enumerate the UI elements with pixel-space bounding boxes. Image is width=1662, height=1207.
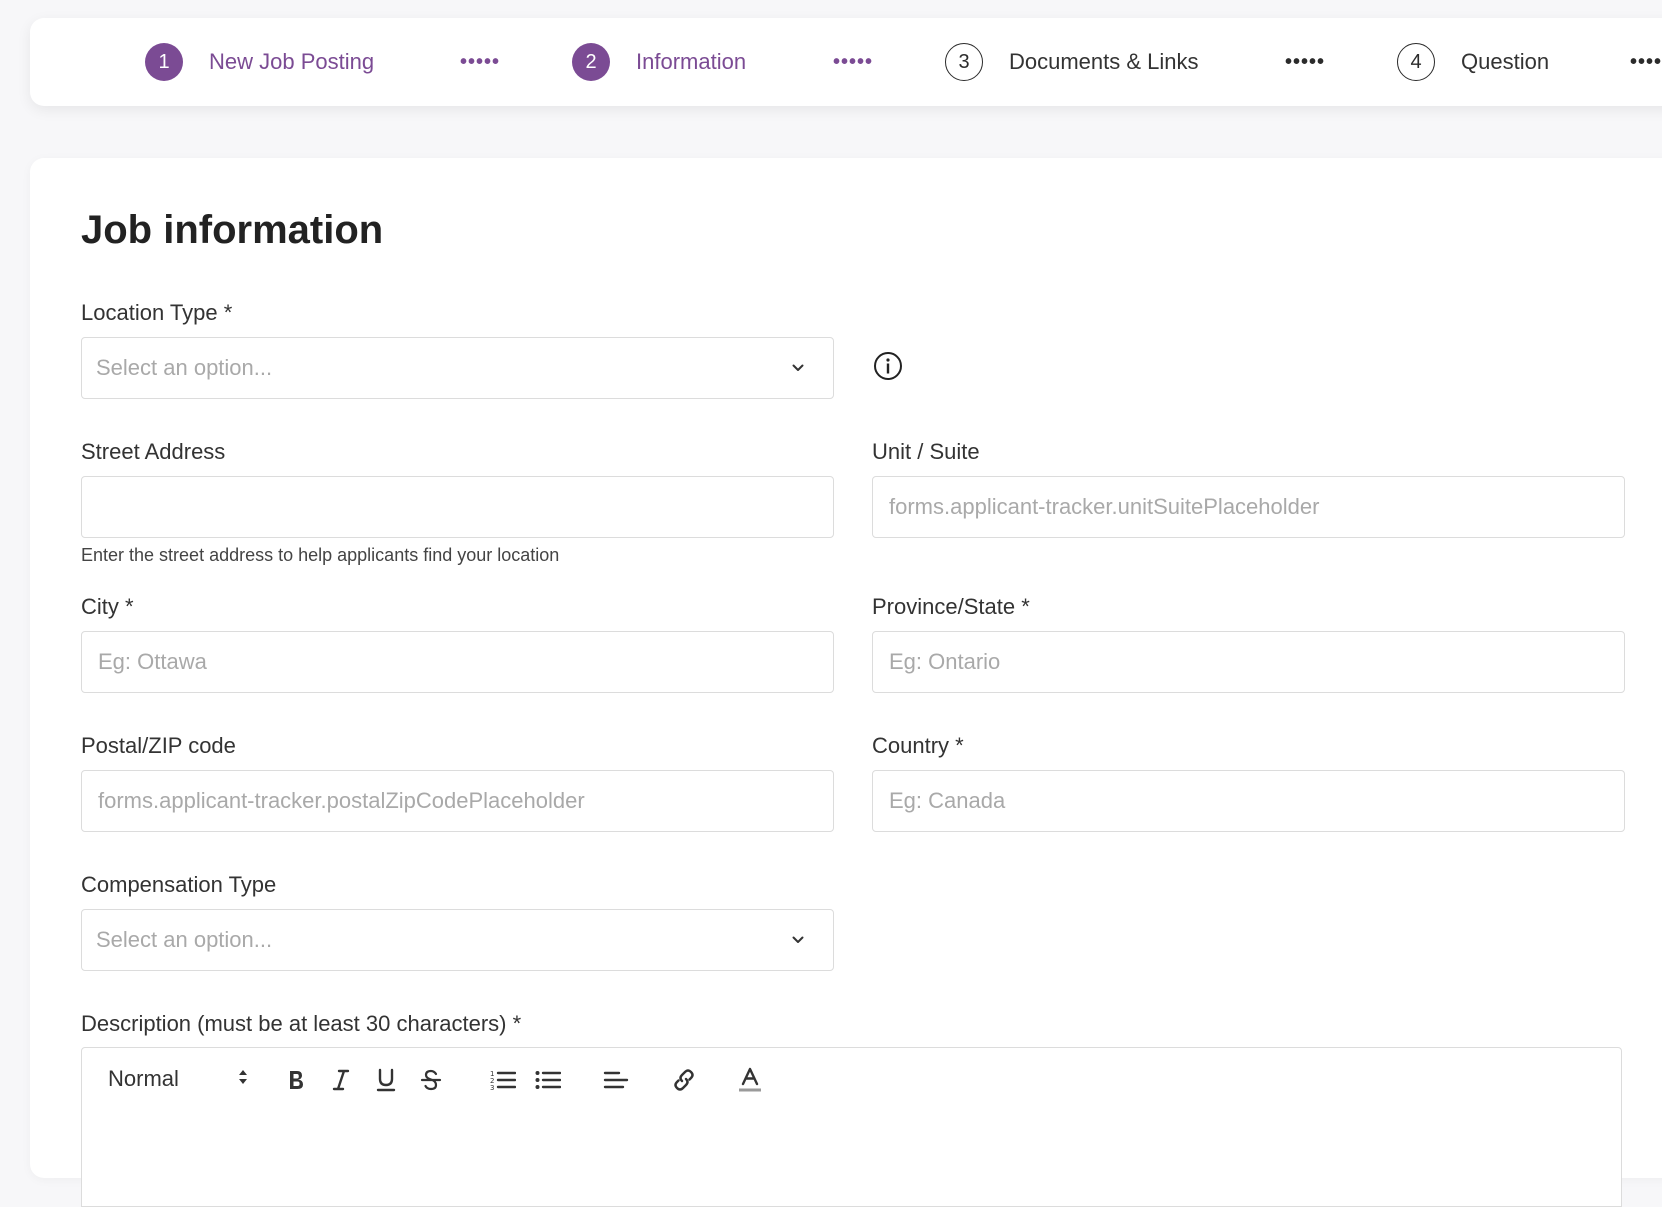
- text-format-value: Normal: [108, 1066, 179, 1091]
- unit-suite-label: Unit / Suite: [872, 439, 980, 464]
- postal-zip-field: [81, 770, 834, 832]
- page-title: Job information: [81, 208, 384, 252]
- step-number: 4: [1397, 43, 1435, 81]
- progress-stepper: 1 New Job Posting ••••• 2 Information ••…: [30, 18, 1662, 106]
- strikethrough-icon[interactable]: [416, 1065, 446, 1095]
- step-separator: •••••: [833, 50, 874, 73]
- country-field: [872, 770, 1625, 832]
- unit-suite-field: [872, 476, 1625, 538]
- province-state-input[interactable]: [887, 648, 1610, 676]
- street-address-input[interactable]: [96, 493, 819, 521]
- bullet-list-icon[interactable]: [533, 1065, 563, 1095]
- location-type-select[interactable]: Select an option...: [81, 337, 834, 399]
- text-color-icon[interactable]: [735, 1065, 765, 1095]
- step-label: Question: [1461, 49, 1550, 74]
- step-separator: •••••: [460, 50, 501, 73]
- underline-icon[interactable]: [371, 1065, 401, 1095]
- country-label: Country *: [872, 733, 964, 758]
- postal-zip-input[interactable]: [96, 787, 819, 815]
- step-label: New Job Posting: [209, 49, 375, 74]
- location-type-value: Select an option...: [96, 355, 273, 380]
- compensation-type-select[interactable]: Select an option...: [81, 909, 834, 971]
- step-number: 3: [945, 43, 983, 81]
- step-documents-links[interactable]: 3 Documents & Links: [945, 18, 1199, 106]
- step-number: 2: [572, 43, 610, 81]
- job-information-card: Job information Location Type * Select a…: [30, 158, 1662, 1207]
- sort-arrows-icon: [238, 1068, 248, 1091]
- step-label: Documents & Links: [1009, 49, 1199, 74]
- chevron-down-icon: [791, 361, 805, 375]
- align-left-icon[interactable]: [601, 1065, 631, 1095]
- bold-icon[interactable]: [281, 1065, 311, 1095]
- step-label: Information: [636, 49, 747, 74]
- description-label: Description (must be at least 30 charact…: [81, 1011, 522, 1036]
- province-state-field: [872, 631, 1625, 693]
- chevron-down-icon: [791, 933, 805, 947]
- province-state-label: Province/State *: [872, 594, 1030, 619]
- postal-zip-label: Postal/ZIP code: [81, 733, 236, 758]
- link-icon[interactable]: [669, 1065, 699, 1095]
- location-type-label: Location Type *: [81, 300, 233, 325]
- svg-text:3: 3: [490, 1084, 494, 1091]
- country-input[interactable]: [887, 787, 1610, 815]
- street-address-help: Enter the street address to help applica…: [81, 545, 560, 565]
- city-input[interactable]: [96, 648, 819, 676]
- step-separator: •••••: [1285, 50, 1326, 73]
- step-separator: •••••: [1630, 50, 1662, 73]
- italic-icon[interactable]: [326, 1065, 356, 1095]
- step-new-job-posting[interactable]: 1 New Job Posting: [145, 18, 374, 106]
- description-editor[interactable]: Normal 123: [81, 1047, 1622, 1207]
- info-circle-icon[interactable]: [873, 351, 903, 381]
- street-address-label: Street Address: [81, 439, 226, 464]
- step-information[interactable]: 2 Information: [572, 18, 746, 106]
- unit-suite-input[interactable]: [887, 493, 1610, 521]
- step-question[interactable]: 4 Question: [1397, 18, 1549, 106]
- editor-toolbar: Normal 123: [82, 1048, 1621, 1110]
- text-format-select[interactable]: Normal: [108, 1064, 248, 1094]
- city-label: City *: [81, 594, 134, 619]
- street-address-field: [81, 476, 834, 538]
- compensation-type-value: Select an option...: [96, 927, 273, 952]
- city-field: [81, 631, 834, 693]
- ordered-list-icon[interactable]: 123: [488, 1065, 518, 1095]
- compensation-type-label: Compensation Type: [81, 872, 277, 897]
- step-number: 1: [145, 43, 183, 81]
